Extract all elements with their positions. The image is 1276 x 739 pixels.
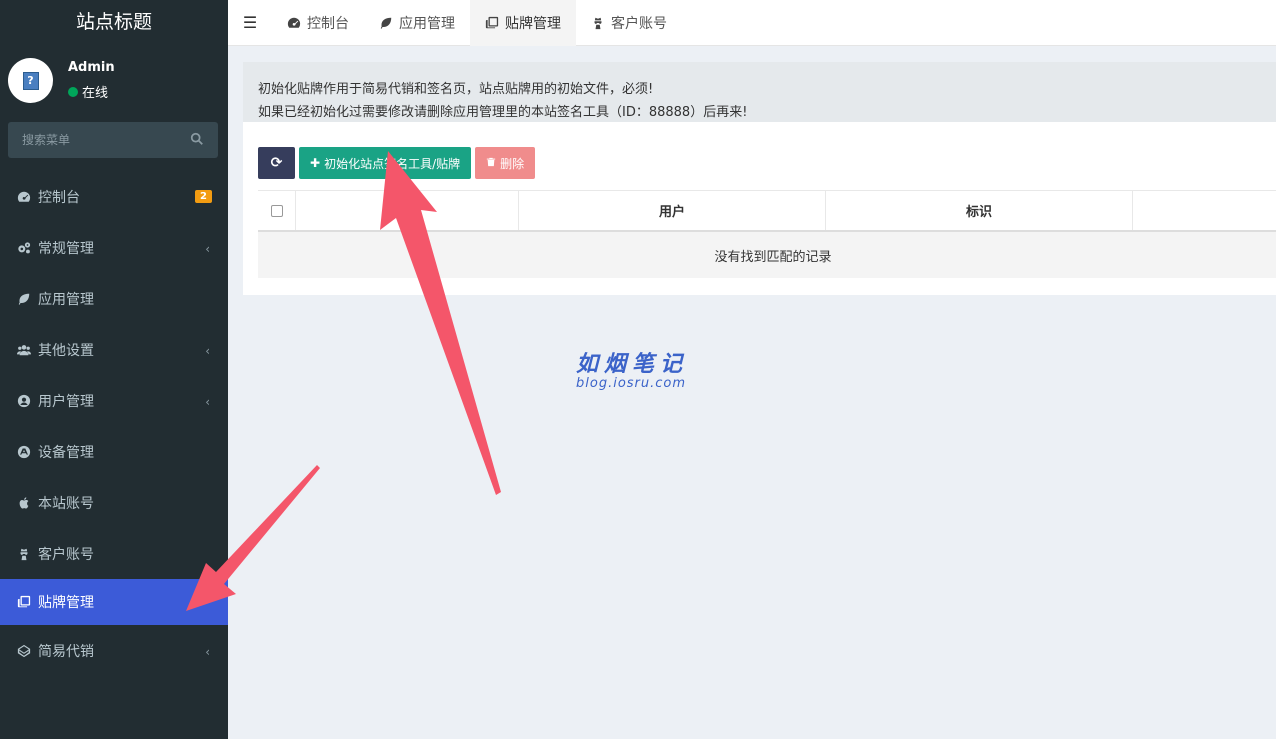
user-circle-icon xyxy=(16,393,32,409)
tab-apps[interactable]: 应用管理 xyxy=(364,0,470,46)
sidebar-item-consignment[interactable]: 简易代销 ‹ xyxy=(0,625,228,676)
apple-icon xyxy=(16,495,32,511)
records-table: 用户 标识 名 没有找到匹配的记录 xyxy=(258,190,1276,278)
clone-icon xyxy=(485,16,499,30)
user-status-label: 在线 xyxy=(82,86,109,101)
tab-branding[interactable]: 贴牌管理 xyxy=(470,0,576,46)
watermark-title: 如烟笔记 xyxy=(576,352,689,377)
chevron-left-icon: ‹ xyxy=(205,645,210,659)
sidebar-item-customer-accounts[interactable]: 客户账号 xyxy=(0,528,228,579)
notice-line: 初始化贴牌作用于简易代销和签名页，站点贴牌用的初始文件，必须! xyxy=(258,82,654,97)
user-secret-icon xyxy=(591,16,605,30)
select-all-checkbox[interactable] xyxy=(270,204,283,217)
refresh-icon: ⟳ xyxy=(270,155,283,171)
sidebar-menu: 控制台 2 常规管理 ‹ 应用管理 其他设置 ‹ 用户管理 ‹ 设备管理 本站账… xyxy=(0,171,228,676)
chevron-left-icon: ‹ xyxy=(205,242,210,256)
menu-search xyxy=(8,122,218,158)
chevron-left-icon: ‹ xyxy=(205,395,210,409)
sidebar-item-label: 用户管理 xyxy=(38,393,94,410)
sidebar-item-branding[interactable]: 贴牌管理 xyxy=(0,579,228,625)
notice-line: 如果已经初始化过需要修改请删除应用管理里的本站签名工具（ID：88888）后再来… xyxy=(258,105,748,120)
dashboard-icon xyxy=(16,189,32,205)
column-header-user[interactable]: 用户 xyxy=(518,191,825,230)
sidebar: 站点标题 ? Admin 在线 控制台 2 常规管理 ‹ 应用管理 其他设置 xyxy=(0,0,228,739)
sidebar-item-label: 应用管理 xyxy=(38,291,94,308)
init-branding-button[interactable]: ✚ 初始化站点签名工具/贴牌 xyxy=(299,147,472,179)
refresh-button[interactable]: ⟳ xyxy=(258,147,295,179)
sidebar-item-general[interactable]: 常规管理 ‹ xyxy=(0,222,228,273)
hamburger-menu-icon[interactable]: ☰ xyxy=(228,0,272,46)
sidebar-item-devices[interactable]: 设备管理 xyxy=(0,426,228,477)
sidebar-item-dashboard[interactable]: 控制台 2 xyxy=(0,171,228,222)
notification-badge: 2 xyxy=(195,190,212,203)
tab-label: 应用管理 xyxy=(399,15,455,32)
leaf-icon xyxy=(379,16,393,30)
sidebar-item-label: 本站账号 xyxy=(38,495,94,512)
empty-row: 没有找到匹配的记录 xyxy=(258,232,1276,278)
watermark: 如烟笔记 blog.iosru.com xyxy=(576,346,688,391)
chevron-left-icon: ‹ xyxy=(205,344,210,358)
sidebar-item-label: 常规管理 xyxy=(38,240,94,257)
user-secret-icon xyxy=(16,546,32,562)
tab-customer-accounts[interactable]: 客户账号 xyxy=(576,0,682,46)
table-header: 用户 标识 名 xyxy=(258,190,1276,232)
user-status: 在线 xyxy=(68,82,108,101)
app-store-icon xyxy=(16,444,32,460)
delete-label: 删除 xyxy=(500,156,525,171)
content-panel: 初始化贴牌作用于简易代销和签名页，站点贴牌用的初始文件，必须! 如果已经初始化过… xyxy=(243,62,1276,295)
clone-icon xyxy=(16,594,32,610)
sidebar-item-label: 客户账号 xyxy=(38,546,94,563)
tab-label: 贴牌管理 xyxy=(505,15,561,32)
user-name: Admin xyxy=(68,60,115,75)
sidebar-item-label: 贴牌管理 xyxy=(38,595,94,611)
site-title[interactable]: 站点标题 xyxy=(0,0,228,44)
search-input[interactable] xyxy=(8,122,178,158)
sidebar-item-users[interactable]: 用户管理 ‹ xyxy=(0,375,228,426)
sidebar-item-label: 其他设置 xyxy=(38,342,94,359)
dashboard-icon xyxy=(287,16,301,30)
users-icon xyxy=(16,342,32,358)
leaf-icon xyxy=(16,291,32,307)
delete-button[interactable]: 删除 xyxy=(475,147,536,179)
user-panel: ? Admin 在线 xyxy=(0,44,228,112)
notice-callout: 初始化贴牌作用于简易代销和签名页，站点贴牌用的初始文件，必须! 如果已经初始化过… xyxy=(243,62,1276,122)
tab-dashboard[interactable]: 控制台 xyxy=(272,0,364,46)
column-header-identifier[interactable]: 标识 xyxy=(825,191,1132,230)
plus-icon: ✚ xyxy=(310,156,321,170)
sidebar-item-label: 控制台 xyxy=(38,189,80,206)
search-icon[interactable] xyxy=(190,132,204,146)
column-header[interactable] xyxy=(295,191,518,230)
toolbar: ⟳ ✚ 初始化站点签名工具/贴牌 删除 xyxy=(258,147,539,179)
top-navbar: ☰ 控制台 应用管理 贴牌管理 客户账号 xyxy=(228,0,1276,46)
online-dot-icon xyxy=(68,86,78,97)
avatar: ? xyxy=(8,58,53,103)
column-header-name[interactable]: 名 xyxy=(1132,191,1276,230)
sidebar-item-label: 设备管理 xyxy=(38,444,94,461)
sidebar-item-site-accounts[interactable]: 本站账号 xyxy=(0,477,228,528)
avatar-placeholder-icon: ? xyxy=(22,71,39,90)
sidebar-item-other-settings[interactable]: 其他设置 ‹ xyxy=(0,324,228,375)
codepen-icon xyxy=(16,643,32,659)
tab-label: 控制台 xyxy=(307,15,349,32)
watermark-url: blog.iosru.com xyxy=(576,376,687,391)
tab-label: 客户账号 xyxy=(611,15,667,32)
init-branding-label: 初始化站点签名工具/贴牌 xyxy=(324,156,461,171)
select-all-column xyxy=(258,191,295,230)
trash-icon xyxy=(486,156,496,170)
sidebar-item-apps[interactable]: 应用管理 xyxy=(0,273,228,324)
cogs-icon xyxy=(16,240,32,256)
sidebar-item-label: 简易代销 xyxy=(38,643,94,660)
